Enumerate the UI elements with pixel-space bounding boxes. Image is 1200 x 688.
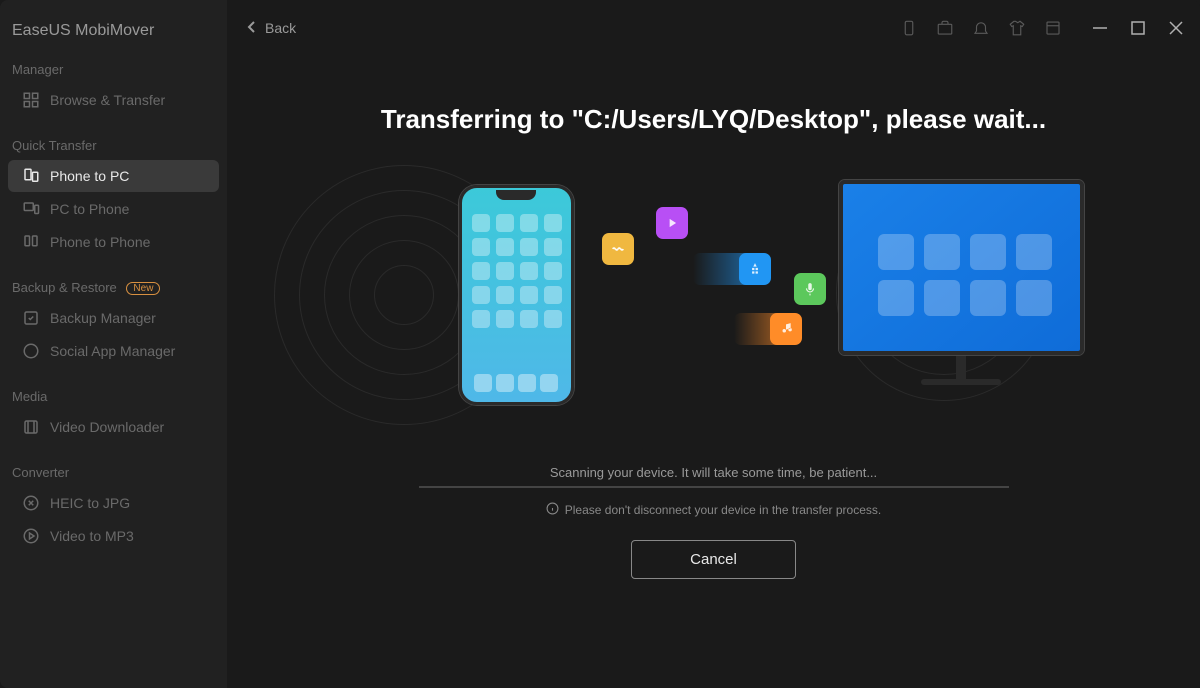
sidebar-item-label: Phone to PC	[50, 168, 129, 184]
sidebar-item-video-downloader[interactable]: Video Downloader	[8, 411, 219, 443]
transfer-illustration	[354, 175, 1074, 445]
sidebar-item-label: Video to MP3	[50, 528, 134, 544]
image-convert-icon	[22, 494, 40, 512]
maximize-button[interactable]	[1128, 18, 1148, 38]
sidebar-item-browse-transfer[interactable]: Browse & Transfer	[8, 84, 219, 116]
sidebar-item-label: Social App Manager	[50, 343, 175, 359]
cancel-button[interactable]: Cancel	[631, 540, 796, 579]
sidebar-item-pc-to-phone[interactable]: PC to Phone	[8, 193, 219, 225]
backup-icon	[22, 309, 40, 327]
sidebar-item-social-app-manager[interactable]: Social App Manager	[8, 335, 219, 367]
content-area: Transferring to "C:/Users/LYQ/Desktop", …	[227, 44, 1200, 688]
sidebar-sections: Manager Browse & Transfer Quick Transfer…	[0, 50, 227, 688]
close-button[interactable]	[1166, 18, 1186, 38]
section-title-text: Backup & Restore	[12, 280, 117, 295]
section-title-converter: Converter	[0, 453, 227, 486]
transfer-headline: Transferring to "C:/Users/LYQ/Desktop", …	[381, 104, 1046, 135]
phone-device-graphic	[459, 185, 574, 405]
phone-to-pc-icon	[22, 167, 40, 185]
chat-icon	[22, 342, 40, 360]
sidebar-item-phone-to-phone[interactable]: Phone to Phone	[8, 226, 219, 258]
sidebar-section-backup-restore: Backup & Restore New Backup Manager Soci…	[0, 268, 227, 367]
section-title-backup-restore: Backup & Restore New	[0, 268, 227, 301]
back-label: Back	[265, 20, 296, 36]
float-app-icon	[739, 253, 771, 285]
phone-to-phone-icon	[22, 233, 40, 251]
sidebar-item-heic-to-jpg[interactable]: HEIC to JPG	[8, 487, 219, 519]
monitor-base	[921, 379, 1001, 385]
shirt-icon[interactable]	[1008, 19, 1026, 37]
toolbox-icon[interactable]	[936, 19, 954, 37]
main-panel: Back Transferring to "C:/Users/LYQ/Deskt…	[227, 0, 1200, 688]
section-title-manager: Manager	[0, 50, 227, 83]
window-controls	[1090, 18, 1186, 38]
sidebar-section-manager: Manager Browse & Transfer	[0, 50, 227, 116]
device-icon[interactable]	[900, 19, 918, 37]
titlebar-right	[900, 18, 1186, 38]
phone-notch	[496, 190, 536, 200]
monitor-graphic	[839, 180, 1084, 385]
progress-area: Scanning your device. It will take some …	[419, 465, 1009, 579]
phone-dock	[472, 374, 561, 392]
info-icon	[546, 502, 559, 518]
chevron-left-icon	[247, 20, 257, 37]
back-button[interactable]: Back	[247, 20, 296, 37]
minimize-button[interactable]	[1090, 18, 1110, 38]
warning-line: Please don't disconnect your device in t…	[546, 502, 881, 518]
app-window: EaseUS MobiMover Manager Browse & Transf…	[0, 0, 1200, 688]
float-play-icon	[656, 207, 688, 239]
sidebar-item-video-to-mp3[interactable]: Video to MP3	[8, 520, 219, 552]
section-title-quick-transfer: Quick Transfer	[0, 126, 227, 159]
sidebar-section-quick-transfer: Quick Transfer Phone to PC PC to Phone	[0, 126, 227, 258]
sidebar-item-label: PC to Phone	[50, 201, 129, 217]
warning-text: Please don't disconnect your device in t…	[565, 503, 881, 517]
titlebar: Back	[227, 0, 1200, 44]
sidebar-item-label: Phone to Phone	[50, 234, 150, 250]
sidebar-item-backup-manager[interactable]: Backup Manager	[8, 302, 219, 334]
section-title-media: Media	[0, 377, 227, 410]
app-title: EaseUS MobiMover	[0, 0, 227, 50]
monitor-stand	[956, 355, 966, 379]
float-wave-icon	[602, 233, 634, 265]
sidebar-section-converter: Converter HEIC to JPG Video to MP3	[0, 453, 227, 552]
film-icon	[22, 418, 40, 436]
bell-icon[interactable]	[972, 19, 990, 37]
sidebar: EaseUS MobiMover Manager Browse & Transf…	[0, 0, 227, 688]
float-mic-icon	[794, 273, 826, 305]
sidebar-item-label: Backup Manager	[50, 310, 156, 326]
monitor-screen	[839, 180, 1084, 355]
sidebar-item-label: HEIC to JPG	[50, 495, 130, 511]
new-badge: New	[126, 282, 160, 295]
monitor-app-grid	[878, 234, 1052, 316]
progress-status-text: Scanning your device. It will take some …	[550, 465, 877, 480]
pc-to-phone-icon	[22, 200, 40, 218]
grid-icon	[22, 91, 40, 109]
video-to-audio-icon	[22, 527, 40, 545]
phone-app-grid	[472, 214, 561, 328]
sidebar-item-label: Browse & Transfer	[50, 92, 165, 108]
progress-bar	[419, 486, 1009, 488]
sidebar-item-label: Video Downloader	[50, 419, 164, 435]
menu-icon[interactable]	[1044, 19, 1062, 37]
sidebar-item-phone-to-pc[interactable]: Phone to PC	[8, 160, 219, 192]
float-music-icon	[770, 313, 802, 345]
sidebar-section-media: Media Video Downloader	[0, 377, 227, 443]
